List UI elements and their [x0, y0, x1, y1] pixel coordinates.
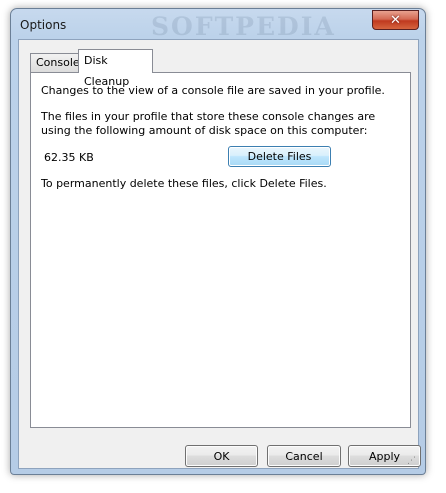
- resize-grip-icon[interactable]: ⋰: [404, 455, 416, 467]
- title-bar[interactable]: Options SOFTPEDIA ✕: [11, 9, 425, 41]
- window-title: Options: [20, 18, 67, 32]
- close-button[interactable]: ✕: [372, 10, 419, 30]
- tab-console[interactable]: Console: [30, 53, 80, 72]
- disk-space-value: 62.35 KB: [44, 151, 94, 164]
- close-icon: ✕: [390, 12, 401, 28]
- watermark: SOFTPEDIA: [151, 12, 336, 41]
- dialog-client-area: Console Disk Cleanup Changes to the view…: [18, 39, 421, 469]
- disk-cleanup-panel: Changes to the view of a console file ar…: [30, 72, 411, 428]
- delete-files-button[interactable]: Delete Files: [228, 146, 331, 167]
- instruction-text: To permanently delete these files, click…: [41, 177, 327, 190]
- description-text: The files in your profile that store the…: [41, 110, 376, 137]
- options-dialog: Options SOFTPEDIA ✕ Console Disk Cleanup…: [10, 8, 426, 475]
- cancel-button[interactable]: Cancel: [267, 445, 341, 467]
- ok-button[interactable]: OK: [185, 445, 258, 467]
- tab-disk-cleanup[interactable]: Disk Cleanup: [78, 49, 153, 88]
